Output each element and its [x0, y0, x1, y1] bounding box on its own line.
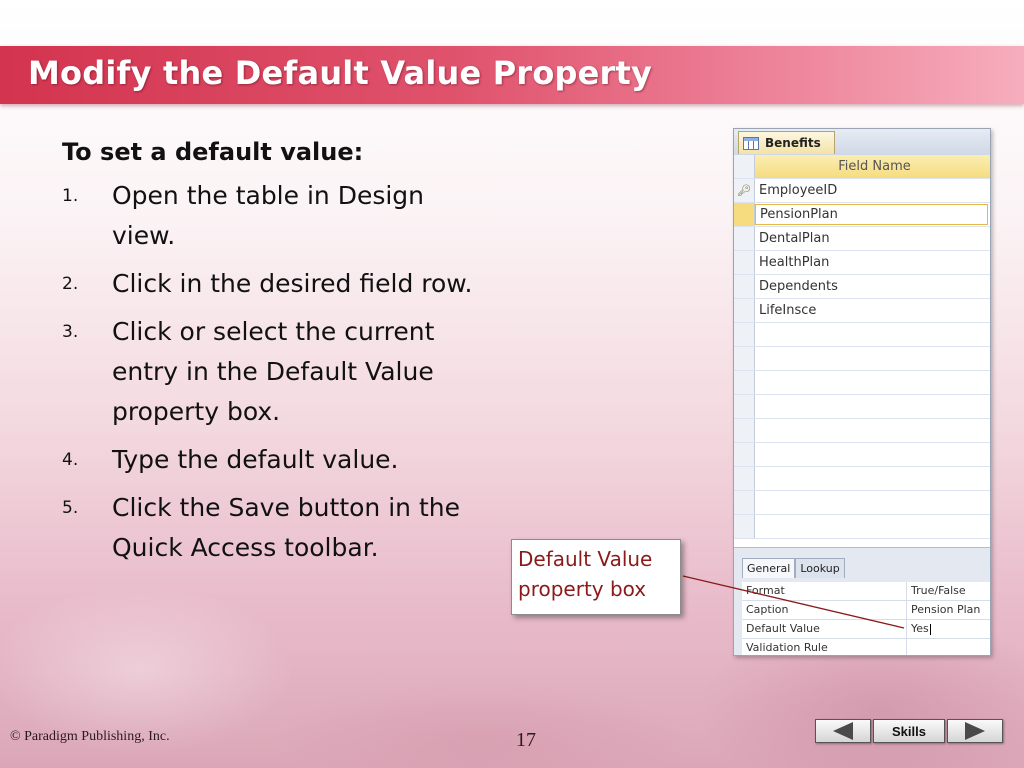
- property-value[interactable]: [907, 639, 911, 655]
- field-properties-pane: General Lookup Format True/False Caption…: [734, 547, 990, 655]
- property-label: Validation Rule: [742, 639, 907, 655]
- row-selector[interactable]: [734, 419, 755, 442]
- row-selector[interactable]: [734, 299, 755, 322]
- empty-field-row[interactable]: [734, 323, 990, 347]
- row-selector: [734, 155, 755, 178]
- left-arrow-icon: [833, 722, 853, 740]
- row-selector[interactable]: [734, 347, 755, 370]
- table-tab-label: Benefits: [765, 136, 821, 150]
- row-selector[interactable]: [734, 323, 755, 346]
- title-bar: Modify the Default Value Property: [0, 46, 1024, 104]
- row-selector[interactable]: [734, 491, 755, 514]
- empty-field-row[interactable]: [734, 419, 990, 443]
- access-design-view-screenshot: Benefits Field Name 🔑︎ EmployeeID Pensio…: [733, 128, 991, 656]
- field-row[interactable]: 🔑︎ EmployeeID: [734, 179, 990, 203]
- field-row[interactable]: Dependents: [734, 275, 990, 299]
- step-text: Click in the desired field row.: [112, 269, 473, 298]
- property-row[interactable]: Format True/False: [742, 582, 990, 601]
- property-label: Format: [742, 582, 907, 600]
- field-name-cell[interactable]: Dependents: [755, 279, 838, 294]
- field-row[interactable]: LifeInsce: [734, 299, 990, 323]
- field-name-cell[interactable]: EmployeeID: [755, 183, 837, 198]
- empty-field-row[interactable]: [734, 347, 990, 371]
- field-name-cell[interactable]: LifeInsce: [755, 303, 816, 318]
- row-selector[interactable]: [734, 227, 755, 250]
- field-grid-header: Field Name: [734, 155, 990, 179]
- property-value[interactable]: True/False: [907, 582, 966, 600]
- right-arrow-icon: [965, 722, 985, 740]
- default-value-text: Yes: [911, 622, 929, 635]
- property-label: Default Value: [742, 620, 907, 638]
- next-slide-button[interactable]: [947, 719, 1003, 743]
- step-item: 5. Click the Save button in the Quick Ac…: [62, 492, 482, 568]
- slide-title: Modify the Default Value Property: [28, 54, 653, 92]
- step-number: 3.: [62, 322, 79, 342]
- step-item: 3. Click or select the current entry in …: [62, 316, 482, 432]
- step-item: 4. Type the default value.: [62, 444, 482, 480]
- default-value-input[interactable]: Yes: [907, 620, 931, 638]
- empty-field-row[interactable]: [734, 371, 990, 395]
- row-selector[interactable]: [734, 515, 755, 538]
- copyright-notice: © Paradigm Publishing, Inc.: [10, 729, 170, 744]
- step-text: Open the table in Design view.: [112, 181, 425, 250]
- empty-field-row[interactable]: [734, 443, 990, 467]
- empty-field-row[interactable]: [734, 515, 990, 539]
- step-number: 4.: [62, 450, 79, 470]
- previous-slide-button[interactable]: [815, 719, 871, 743]
- field-row[interactable]: HealthPlan: [734, 251, 990, 275]
- steps-list: 1. Open the table in Design view. 2. Cli…: [62, 180, 482, 568]
- step-item: 2. Click in the desired field row.: [62, 268, 482, 304]
- step-item: 1. Open the table in Design view.: [62, 180, 482, 256]
- field-grid: Field Name 🔑︎ EmployeeID PensionPlan Den…: [734, 155, 990, 547]
- property-row-default-value[interactable]: Default Value Yes: [742, 620, 990, 639]
- object-tab-strip: Benefits: [734, 129, 990, 156]
- row-selector[interactable]: [734, 467, 755, 490]
- page-number: 17: [516, 729, 536, 751]
- row-selector[interactable]: [734, 251, 755, 274]
- field-name-column-header: Field Name: [838, 159, 911, 174]
- field-name-cell[interactable]: HealthPlan: [755, 255, 829, 270]
- step-number: 5.: [62, 498, 79, 518]
- empty-field-row[interactable]: [734, 467, 990, 491]
- field-row-selected[interactable]: PensionPlan: [734, 203, 990, 227]
- field-row[interactable]: DentalPlan: [734, 227, 990, 251]
- text-cursor: [929, 623, 931, 635]
- step-text: Click or select the current entry in the…: [112, 317, 435, 426]
- tab-lookup[interactable]: Lookup: [795, 558, 845, 578]
- property-value[interactable]: Pension Plan: [907, 601, 980, 619]
- skills-button[interactable]: Skills: [873, 719, 945, 743]
- slide-navigation: Skills: [815, 719, 1003, 743]
- primary-key-icon: 🔑︎: [734, 179, 755, 202]
- step-text: Click the Save button in the Quick Acces…: [112, 493, 460, 562]
- row-selector[interactable]: [734, 395, 755, 418]
- property-label: Caption: [742, 601, 907, 619]
- property-sheet: Format True/False Caption Pension Plan D…: [742, 582, 990, 655]
- empty-field-row[interactable]: [734, 395, 990, 419]
- row-selector[interactable]: [734, 203, 755, 226]
- tab-general[interactable]: General: [742, 558, 796, 578]
- callout-text-line1: Default Value: [518, 547, 653, 571]
- callout-text-line2: property box: [518, 577, 647, 601]
- callout-box: Default Value property box: [511, 539, 681, 615]
- property-row[interactable]: Validation Rule: [742, 639, 990, 655]
- property-row[interactable]: Caption Pension Plan: [742, 601, 990, 620]
- table-icon: [743, 136, 759, 150]
- row-selector[interactable]: [734, 443, 755, 466]
- step-number: 2.: [62, 274, 79, 294]
- empty-field-row[interactable]: [734, 491, 990, 515]
- property-tabs: General Lookup: [742, 558, 845, 578]
- instructions-lead: To set a default value:: [62, 138, 364, 166]
- field-name-cell[interactable]: PensionPlan: [755, 204, 988, 225]
- step-number: 1.: [62, 186, 79, 206]
- table-tab-benefits[interactable]: Benefits: [738, 131, 835, 154]
- field-name-cell[interactable]: DentalPlan: [755, 231, 830, 246]
- row-selector[interactable]: [734, 371, 755, 394]
- instructions: To set a default value: 1. Open the tabl…: [62, 138, 482, 580]
- step-text: Type the default value.: [112, 445, 399, 474]
- row-selector[interactable]: [734, 275, 755, 298]
